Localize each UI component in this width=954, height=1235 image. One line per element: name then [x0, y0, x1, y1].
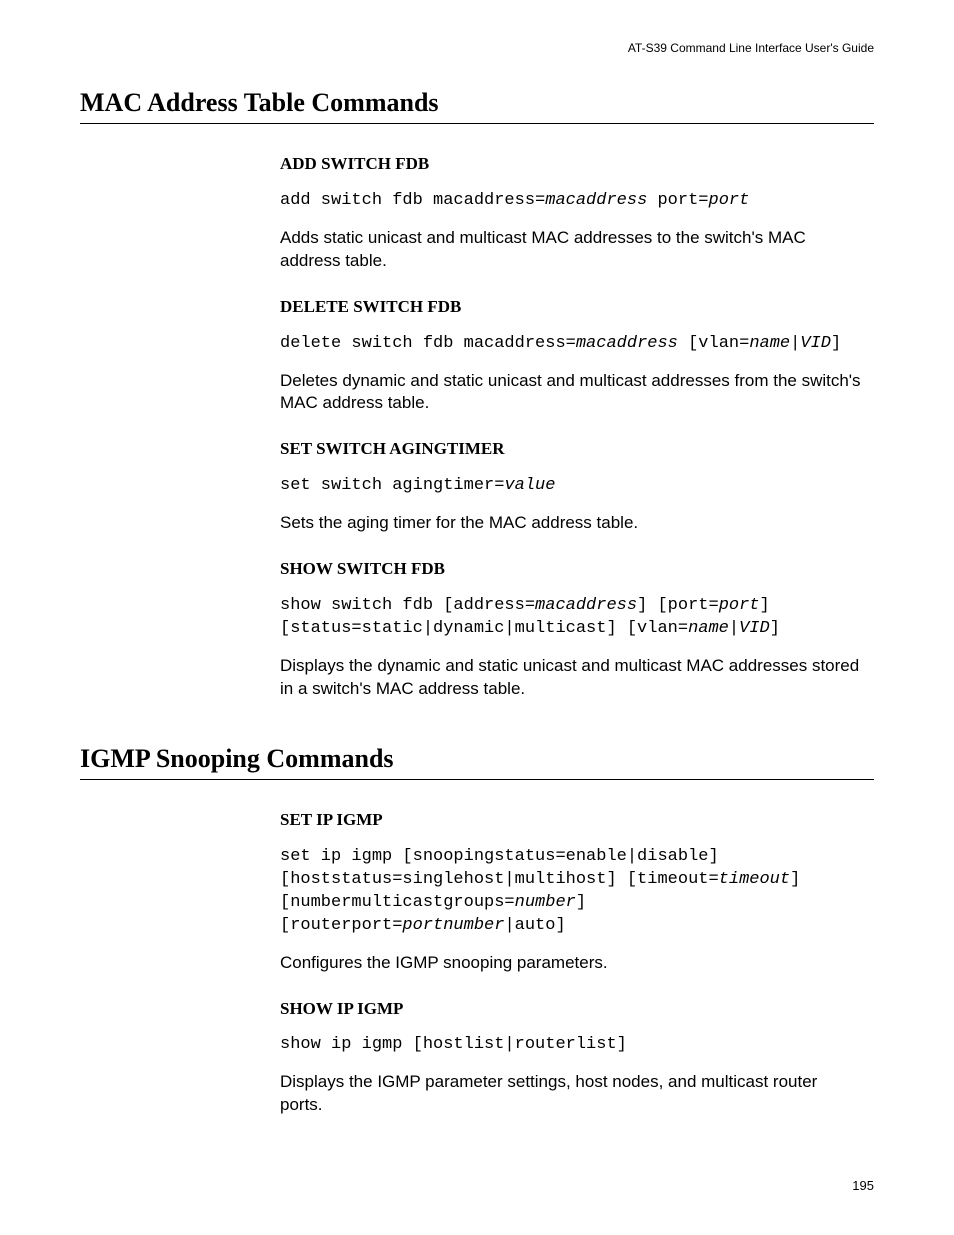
section-content-igmp: SET IP IGMP set ip igmp [snoopingstatus=… [280, 808, 864, 1117]
cmd-name: ADD SWITCH FDB [280, 152, 864, 176]
cmd-desc: Adds static unicast and multicast MAC ad… [280, 227, 864, 273]
section-content-mac: ADD SWITCH FDB add switch fdb macaddress… [280, 152, 864, 700]
cmd-desc: Displays the IGMP parameter settings, ho… [280, 1071, 864, 1117]
cmd-syntax: add switch fdb macaddress=macaddress por… [280, 190, 864, 213]
section-title-igmp: IGMP Snooping Commands [80, 741, 874, 780]
cmd-syntax: set ip igmp [snoopingstatus=enable|disab… [280, 846, 864, 938]
cmd-syntax: delete switch fdb macaddress=macaddress … [280, 333, 864, 356]
running-header: AT-S39 Command Line Interface User's Gui… [80, 40, 874, 57]
cmd-name: SHOW IP IGMP [280, 997, 864, 1021]
cmd-desc: Deletes dynamic and static unicast and m… [280, 370, 864, 416]
cmd-name: SET IP IGMP [280, 808, 864, 832]
cmd-desc: Configures the IGMP snooping parameters. [280, 952, 864, 975]
page-number: 195 [80, 1177, 874, 1195]
cmd-desc: Sets the aging timer for the MAC address… [280, 512, 864, 535]
cmd-name: SHOW SWITCH FDB [280, 557, 864, 581]
cmd-name: SET SWITCH AGINGTIMER [280, 437, 864, 461]
section-title-mac: MAC Address Table Commands [80, 85, 874, 124]
cmd-desc: Displays the dynamic and static unicast … [280, 655, 864, 701]
cmd-syntax: set switch agingtimer=value [280, 475, 864, 498]
cmd-syntax: show switch fdb [address=macaddress] [po… [280, 595, 864, 641]
cmd-name: DELETE SWITCH FDB [280, 295, 864, 319]
cmd-syntax: show ip igmp [hostlist|routerlist] [280, 1034, 864, 1057]
